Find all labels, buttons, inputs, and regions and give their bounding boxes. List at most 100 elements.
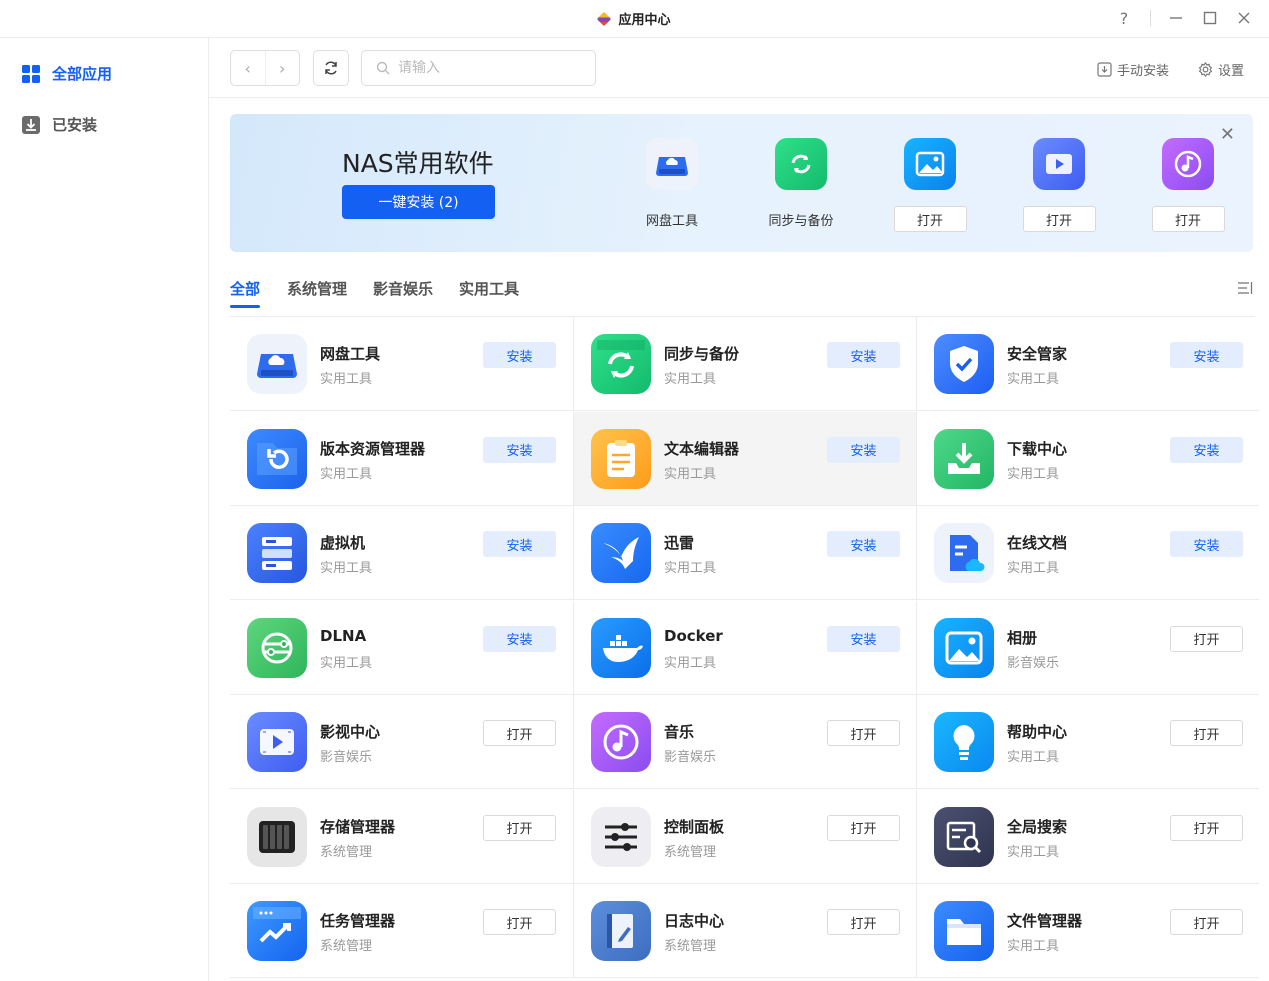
sidebar-item-all-apps[interactable]: 全部应用 — [22, 63, 112, 84]
tab-all[interactable]: 全部 — [230, 278, 261, 308]
search-input[interactable] — [398, 60, 578, 76]
install-button[interactable]: 安装 — [827, 625, 900, 652]
window-title: 应用中心 — [0, 9, 1269, 28]
tab-media[interactable]: 影音娱乐 — [373, 278, 433, 299]
app-card[interactable]: 影视中心 影音娱乐 打开 — [230, 695, 573, 789]
forward-button[interactable]: › — [266, 51, 300, 85]
install-button[interactable]: 安装 — [1170, 531, 1243, 557]
open-button[interactable]: 打开 — [827, 909, 900, 935]
lightbulb-icon — [934, 712, 994, 772]
install-button[interactable]: 安装 — [483, 531, 556, 557]
app-category: 影音娱乐 — [1007, 655, 1060, 671]
install-button[interactable]: 安装 — [827, 531, 900, 557]
banner-title: NAS常用软件 — [342, 149, 494, 178]
manual-install-button[interactable]: 手动安装 — [1097, 60, 1169, 79]
app-card[interactable]: 同步与备份 实用工具 安装 — [573, 317, 916, 411]
banner-app-video: 打开 — [1014, 138, 1104, 232]
app-name: 任务管理器 — [320, 912, 396, 930]
app-name: 影视中心 — [320, 723, 381, 741]
sidebar-item-label: 全部应用 — [52, 65, 113, 83]
open-button[interactable]: 打开 — [1170, 909, 1243, 935]
install-button[interactable]: 安装 — [483, 342, 556, 368]
app-card[interactable]: 控制面板 系统管理 打开 — [573, 789, 916, 884]
photo-album-icon — [904, 138, 956, 190]
app-card[interactable]: 文本编辑器 实用工具 安装 — [573, 411, 916, 506]
app-name: 文本编辑器 — [664, 439, 740, 458]
app-card[interactable]: 音乐影音娱乐 打开 — [573, 695, 916, 789]
app-name: 音乐 — [664, 723, 695, 741]
app-card[interactable]: 存储管理器 系统管理 打开 — [230, 790, 573, 884]
install-button[interactable]: 安装 — [483, 625, 556, 652]
banner-app-sync-backup[interactable]: 同步与备份 — [756, 138, 846, 229]
open-button[interactable]: 打开 — [483, 720, 556, 746]
install-button[interactable]: 安装 — [827, 436, 900, 463]
app-card[interactable]: 网盘工具 实用工具 安装 — [230, 317, 573, 411]
app-card[interactable]: 迅雷 实用工具 安装 — [573, 506, 916, 600]
banner-app-cloud-drive[interactable]: 网盘工具 — [627, 138, 717, 229]
app-card[interactable]: 全局搜索 实用工具 打开 — [916, 789, 1259, 884]
music-note-icon — [1162, 138, 1214, 190]
music-note-icon — [591, 712, 651, 772]
tab-tools[interactable]: 实用工具 — [459, 278, 519, 299]
banner-open-button[interactable]: 打开 — [1151, 206, 1225, 232]
download-icon — [934, 428, 994, 489]
app-category: 实用工具 — [1007, 561, 1060, 576]
toolbar: ‹ › 手动安装 设置 — [209, 38, 1269, 98]
install-button[interactable]: 安装 — [483, 436, 556, 463]
open-button[interactable]: 打开 — [1170, 720, 1243, 746]
refresh-button[interactable] — [313, 50, 349, 86]
app-card[interactable]: DLNA 实用工具 安装 — [230, 601, 573, 695]
refresh-icon — [325, 61, 337, 75]
settings-button[interactable]: 设置 — [1198, 60, 1244, 79]
app-category: 影音娱乐 — [664, 750, 717, 765]
app-card[interactable]: 虚拟机 实用工具 安装 — [230, 506, 573, 600]
app-card[interactable]: 任务管理器系统管理 打开 — [230, 884, 573, 978]
list-view-icon[interactable] — [1237, 280, 1253, 296]
back-button[interactable]: ‹ — [231, 51, 266, 85]
one-click-install-button[interactable]: 一键安装 (2) — [342, 185, 495, 219]
app-card[interactable]: 日志中心 系统管理 打开 — [573, 884, 916, 978]
app-card[interactable]: 安全管家 实用工具 安装 — [916, 317, 1259, 411]
tab-system[interactable]: 系统管理 — [287, 278, 347, 299]
app-category: 实用工具 — [664, 561, 717, 576]
app-category: 实用工具 — [664, 372, 717, 387]
open-button[interactable]: 打开 — [827, 720, 900, 746]
app-card[interactable]: 在线文档 实用工具 安装 — [916, 506, 1259, 600]
app-category: 实用工具 — [1007, 750, 1060, 765]
app-category: 系统管理 — [320, 939, 373, 954]
close-icon — [1238, 12, 1250, 24]
install-button[interactable]: 安装 — [1170, 342, 1243, 368]
open-button[interactable]: 打开 — [483, 909, 556, 935]
app-card[interactable]: 文件管理器 实用工具 打开 — [916, 884, 1259, 978]
close-button[interactable] — [1231, 5, 1257, 31]
manual-install-label: 手动安装 — [1117, 64, 1170, 79]
nav-buttons: ‹ › — [230, 50, 300, 86]
help-button[interactable]: ? — [1111, 5, 1137, 31]
app-category: 系统管理 — [664, 939, 717, 954]
open-button[interactable]: 打开 — [827, 814, 900, 841]
banner-app-music: 打开 — [1143, 138, 1233, 232]
app-card[interactable]: 相册 影音娱乐 打开 — [916, 600, 1259, 695]
promo-banner: NAS常用软件 一键安装 (2) ✕ 网盘工具 同步与备份 打开 打开 打开 — [230, 114, 1253, 252]
open-button[interactable]: 打开 — [1170, 625, 1243, 652]
app-category: 实用工具 — [1007, 939, 1060, 954]
install-button[interactable]: 安装 — [827, 342, 900, 368]
maximize-button[interactable] — [1197, 5, 1223, 31]
minimize-button[interactable] — [1163, 5, 1189, 31]
app-center-logo-icon — [597, 11, 612, 27]
banner-open-button[interactable]: 打开 — [1022, 206, 1096, 232]
app-card[interactable]: 下载中心 实用工具 安装 — [916, 411, 1259, 506]
settings-label: 设置 — [1218, 64, 1245, 79]
open-button[interactable]: 打开 — [483, 814, 556, 841]
app-category: 系统管理 — [320, 844, 373, 860]
global-search-icon — [934, 806, 994, 867]
open-button[interactable]: 打开 — [1170, 814, 1243, 841]
sliders-icon — [591, 806, 651, 867]
app-card[interactable]: Docker 实用工具 安装 — [573, 600, 916, 695]
sidebar-item-installed[interactable]: 已安装 — [22, 114, 97, 135]
app-card[interactable]: 版本资源管理器 实用工具 安装 — [230, 412, 573, 506]
app-card[interactable]: 帮助中心 实用工具 打开 — [916, 695, 1259, 789]
install-button[interactable]: 安装 — [1170, 436, 1243, 463]
installed-download-icon — [22, 115, 40, 134]
banner-open-button[interactable]: 打开 — [893, 206, 967, 232]
